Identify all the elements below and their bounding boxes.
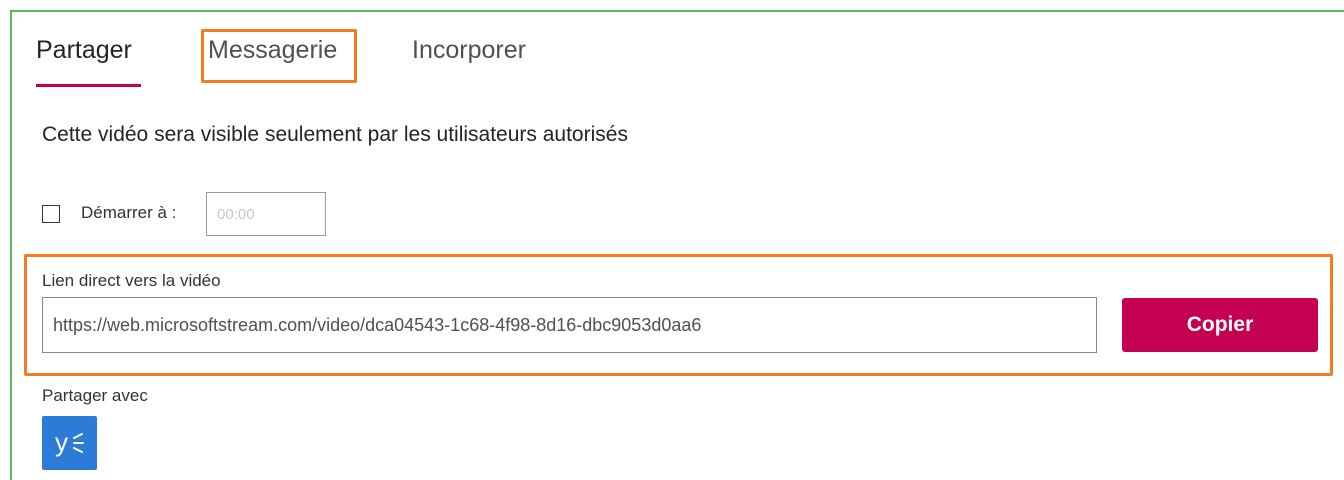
- tab-share-label: Partager: [36, 36, 132, 64]
- direct-link-field[interactable]: [42, 297, 1097, 353]
- highlight-box-mail-tab: [201, 29, 357, 83]
- start-at-label: Démarrer à :: [81, 203, 177, 222]
- svg-text:y: y: [55, 427, 68, 457]
- yammer-icon: y: [55, 427, 84, 457]
- direct-link-label: Lien direct vers la vidéo: [42, 271, 221, 290]
- tab-share[interactable]: Partager: [36, 36, 141, 87]
- copy-button[interactable]: Copier: [1122, 298, 1318, 352]
- visibility-notice: Cette vidéo sera visible seulement par l…: [42, 123, 628, 146]
- yammer-share-button[interactable]: y: [42, 416, 97, 470]
- tab-embed[interactable]: Incorporer: [412, 36, 526, 65]
- start-time-input[interactable]: [206, 192, 326, 236]
- tab-embed-label: Incorporer: [412, 36, 526, 64]
- share-with-label: Partager avec: [42, 386, 148, 405]
- start-at-checkbox[interactable]: [42, 205, 60, 223]
- active-tab-indicator: [36, 84, 141, 87]
